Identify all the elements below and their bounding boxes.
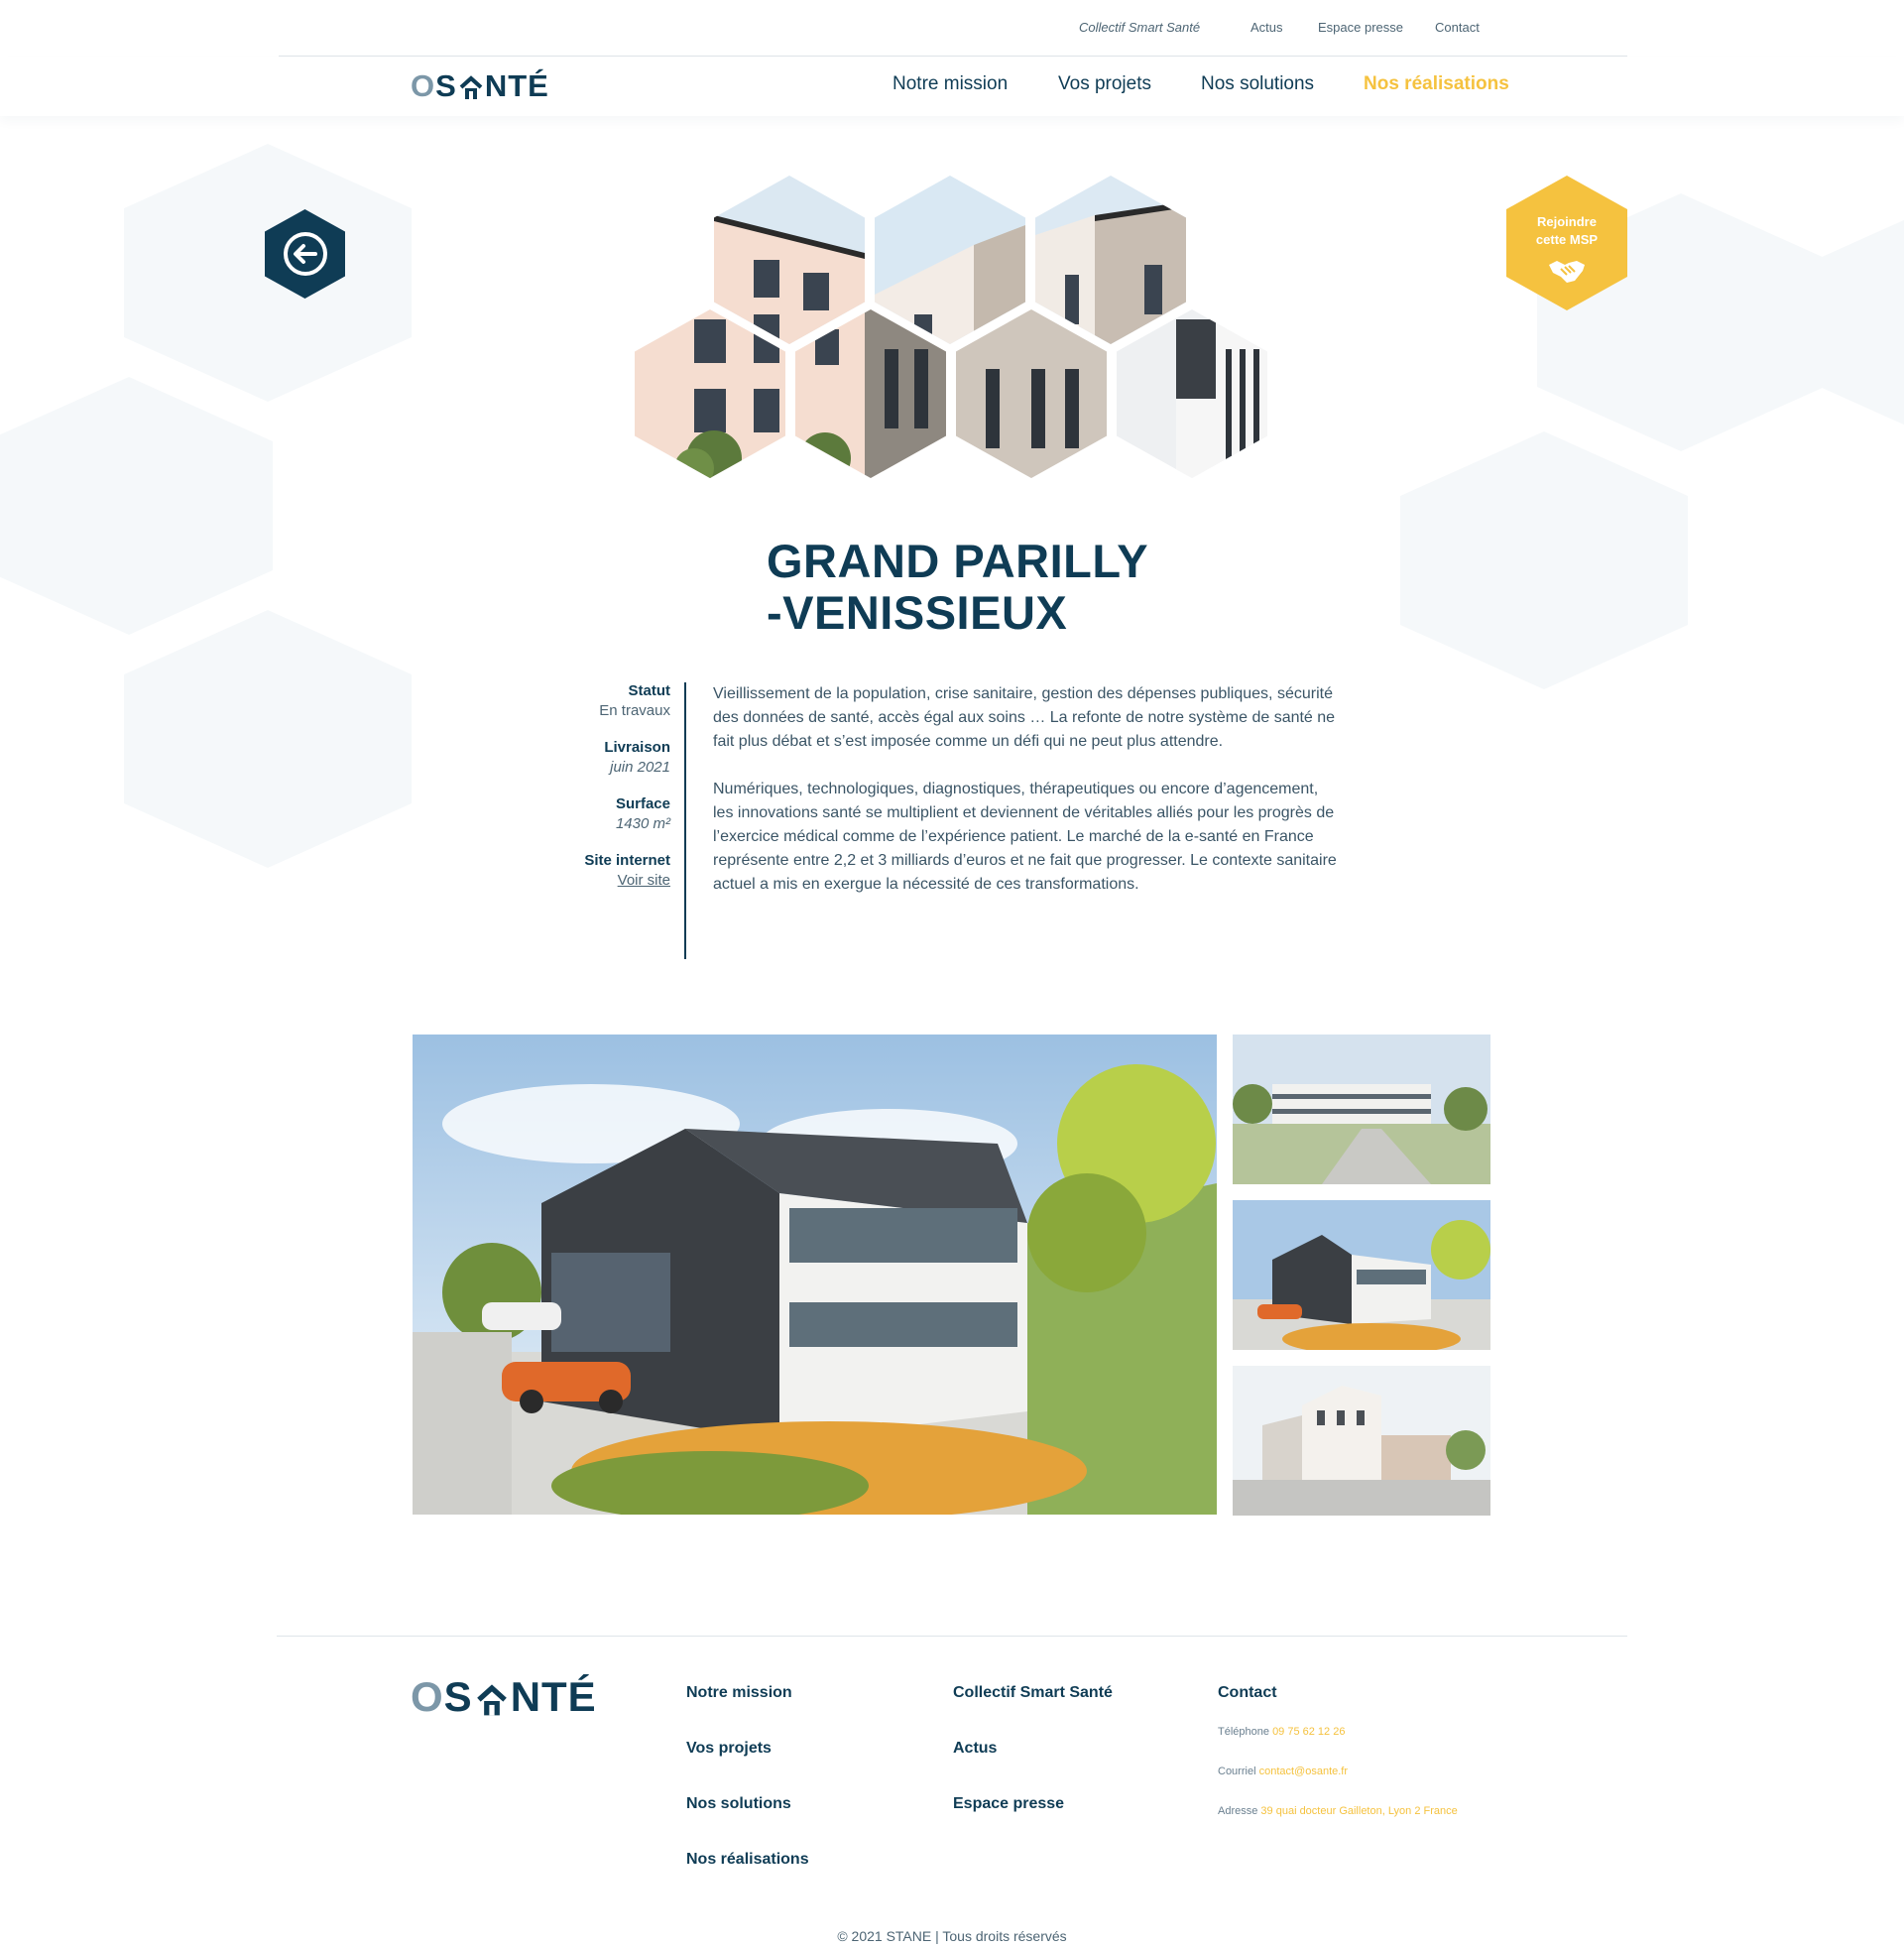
site-link[interactable]: Voir site — [536, 872, 670, 889]
house-icon — [476, 1680, 508, 1716]
info-site: Site internet Voir site — [536, 852, 670, 889]
logo-letters-nte: NTÉ — [484, 68, 549, 103]
handshake-icon — [1549, 261, 1585, 283]
arrow-left-icon — [283, 232, 327, 276]
hero-image-hex — [635, 309, 785, 478]
project-description: Vieillissement de la population, crise s… — [713, 682, 1338, 920]
address-value: 39 quai docteur Gailleton, Lyon 2 France — [1260, 1805, 1458, 1817]
email-value[interactable]: contact@osante.fr — [1259, 1766, 1348, 1777]
logo-letter-o: O — [411, 68, 436, 103]
background-hexagon — [1820, 193, 1904, 451]
hero-image-hex — [1035, 176, 1186, 344]
util-link-actus[interactable]: Actus — [1250, 20, 1283, 35]
hero-image-hex — [714, 176, 865, 344]
site-label: Site internet — [584, 852, 670, 869]
logo-letters-nte: NTÉ — [510, 1673, 597, 1720]
join-label-line1: Rejoindre — [1537, 214, 1597, 229]
footer-phone: Téléphone 09 75 62 12 26 — [1218, 1726, 1345, 1738]
project-title-line1: GRAND PARILLY — [767, 535, 1149, 587]
footer-link-projets[interactable]: Vos projets — [686, 1740, 772, 1758]
util-link-collectif[interactable]: Collectif Smart Santé — [1079, 20, 1200, 35]
util-link-contact[interactable]: Contact — [1435, 20, 1480, 35]
footer-divider — [277, 1636, 1627, 1637]
statut-value: En travaux — [599, 702, 670, 719]
logo[interactable]: O S NTÉ — [411, 68, 549, 104]
description-paragraph: Numériques, technologiques, diagnostique… — [713, 781, 1337, 893]
info-surface: Surface 1430 m² — [536, 795, 670, 832]
background-hexagon — [0, 377, 273, 635]
nav-solutions[interactable]: Nos solutions — [1201, 73, 1314, 95]
statut-label: Statut — [628, 682, 671, 699]
project-title-line2: -VENISSIEUX — [767, 586, 1068, 639]
background-hexagon — [1400, 431, 1688, 689]
footer-link-realisations[interactable]: Nos réalisations — [686, 1851, 809, 1869]
join-label-line2: cette MSP — [1535, 232, 1599, 247]
main-navigation: O S NTÉ Notre mission Vos projets Nos so… — [0, 57, 1904, 116]
info-livraison: Livraison juin 2021 — [536, 739, 670, 776]
description-paragraph: Vieillissement de la population, crise s… — [713, 685, 1336, 750]
hero-image-hex — [1117, 309, 1267, 478]
surface-label: Surface — [615, 795, 670, 812]
info-divider — [684, 682, 686, 959]
phone-value[interactable]: 09 75 62 12 26 — [1272, 1726, 1345, 1738]
copyright: © 2021 STANE | Tous droits réservés — [837, 1928, 1067, 1944]
address-label: Adresse — [1218, 1805, 1258, 1817]
nav-projets[interactable]: Vos projets — [1058, 73, 1151, 95]
hero-image-hex — [795, 309, 946, 478]
footer-link-collectif[interactable]: Collectif Smart Santé — [953, 1684, 1113, 1702]
info-statut: Statut En travaux — [536, 682, 670, 719]
project-title: GRAND PARILLY -VENISSIEUX — [767, 536, 1148, 639]
join-label: Rejoindre cette MSP — [1506, 213, 1627, 249]
background-hexagon — [124, 610, 412, 868]
logo-letter-s: S — [443, 1673, 473, 1720]
footer-logo[interactable]: O S NTÉ — [411, 1673, 597, 1721]
nav-mission[interactable]: Notre mission — [892, 73, 1008, 95]
surface-value: 1430 m² — [615, 815, 670, 832]
livraison-value: juin 2021 — [610, 759, 670, 776]
logo-letter-s: S — [435, 68, 457, 103]
utility-bar: Collectif Smart Santé Actus Espace press… — [0, 0, 1904, 56]
footer-email: Courriel contact@osante.fr — [1218, 1766, 1348, 1777]
gallery-main-image[interactable] — [413, 1035, 1217, 1515]
footer-link-solutions[interactable]: Nos solutions — [686, 1795, 791, 1813]
house-icon — [459, 73, 483, 99]
hero-image-hex — [875, 176, 1025, 344]
gallery-thumbnail[interactable] — [1233, 1035, 1490, 1184]
util-link-presse[interactable]: Espace presse — [1318, 20, 1403, 35]
phone-label: Téléphone — [1218, 1726, 1269, 1738]
nav-realisations[interactable]: Nos réalisations — [1364, 73, 1509, 95]
project-info: Statut En travaux Livraison juin 2021 Su… — [536, 682, 670, 909]
footer-link-presse[interactable]: Espace presse — [953, 1795, 1064, 1813]
footer-link-mission[interactable]: Notre mission — [686, 1684, 792, 1702]
hero-image-hex — [956, 309, 1107, 478]
gallery-thumbnail[interactable] — [1233, 1200, 1490, 1350]
logo-letter-o: O — [411, 1673, 444, 1720]
footer-contact-title: Contact — [1218, 1684, 1277, 1701]
email-label: Courriel — [1218, 1766, 1256, 1777]
gallery-thumbnail[interactable] — [1233, 1366, 1490, 1516]
footer-address: Adresse 39 quai docteur Gailleton, Lyon … — [1218, 1805, 1458, 1817]
footer-link-actus[interactable]: Actus — [953, 1740, 997, 1758]
livraison-label: Livraison — [604, 739, 670, 756]
